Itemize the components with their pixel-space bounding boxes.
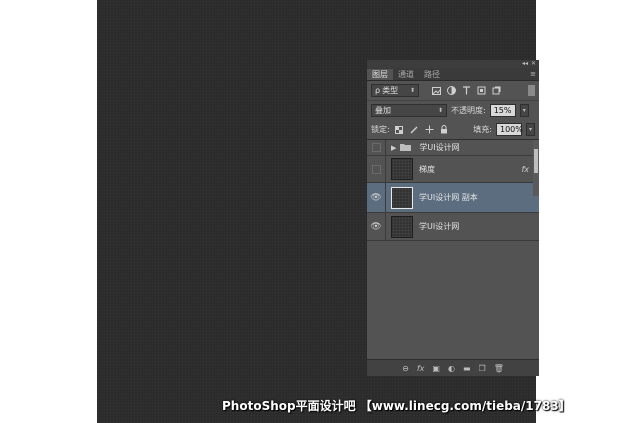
visibility-toggle[interactable]	[367, 156, 386, 182]
filter-kind-select[interactable]: ρ 类型 ⬍	[371, 84, 419, 97]
new-layer-icon[interactable]: ❐	[479, 364, 486, 373]
close-icon[interactable]: ✕	[531, 60, 536, 68]
new-group-icon[interactable]: ▬	[463, 364, 471, 373]
folder-icon	[400, 143, 412, 153]
fx-icon[interactable]: fx	[417, 364, 425, 373]
link-layers-icon[interactable]: ⊖	[402, 364, 409, 373]
opacity-dropdown-button[interactable]: ▾	[519, 104, 529, 117]
layer-name: 梯度	[419, 164, 435, 174]
image-filter-icon[interactable]	[431, 85, 442, 96]
lock-row: 锁定: 填充: 100% ▾	[367, 120, 539, 140]
filter-row: ρ 类型 ⬍	[367, 81, 539, 101]
fill-label: 填充:	[473, 125, 492, 134]
opacity-label: 不透明度:	[451, 106, 486, 115]
panel-top-bar: ◂◂ ✕	[367, 60, 539, 68]
adjustment-layer-icon[interactable]: ◐	[448, 364, 455, 373]
shape-filter-icon[interactable]	[476, 85, 487, 96]
layer-thumbnail	[391, 215, 413, 238]
tab-channels[interactable]: 通道	[393, 69, 419, 80]
opacity-input[interactable]: 15%	[489, 104, 516, 117]
layer-name: 学UI设计网	[419, 222, 460, 231]
search-icon: ρ	[375, 86, 381, 95]
layer-name: 学UI设计网	[419, 143, 460, 152]
panel-bottom-toolbar: ⊖ fx ▣ ◐ ▬ ❐ 🗑	[367, 359, 539, 376]
trash-icon[interactable]: 🗑	[494, 364, 504, 373]
layer-group-row[interactable]: ▶ 学UI设计网	[367, 140, 539, 156]
lock-all-icon[interactable]	[439, 124, 450, 135]
collapse-icon[interactable]: ◂◂	[522, 60, 528, 68]
tab-paths[interactable]: 路径	[419, 69, 445, 80]
fx-icon[interactable]: fx	[521, 165, 529, 174]
blend-mode-value: 叠加	[375, 106, 391, 115]
type-filter-icon[interactable]	[461, 85, 472, 96]
blend-mode-select[interactable]: 叠加 ⬍	[371, 104, 447, 117]
layers-panel: ◂◂ ✕ 图层 通道 路径 ≡ ρ 类型 ⬍ 叠加 ⬍ 不透明度: 15% ▾ …	[366, 60, 539, 376]
filter-kind-label: 类型	[382, 86, 399, 95]
layer-thumbnail	[391, 158, 413, 180]
filter-toggle[interactable]	[528, 85, 535, 96]
fill-input[interactable]: 100%	[496, 123, 523, 136]
layer-thumbnail	[391, 186, 413, 209]
watermark-text: PhotoShop平面设计吧 【www.linecg.com/tieba/178…	[222, 399, 571, 413]
chevron-updown-icon: ⬍	[437, 107, 443, 114]
tab-layers[interactable]: 图层	[367, 69, 393, 80]
layers-scrollbar[interactable]	[533, 140, 539, 196]
layers-list: ▶ 学UI设计网 梯度 fx 👁 学UI设计网 副本 👁 学UI设计网	[367, 140, 539, 241]
chevron-updown-icon: ⬍	[409, 87, 415, 94]
blend-row: 叠加 ⬍ 不透明度: 15% ▾	[367, 101, 539, 120]
eye-icon[interactable]: 👁	[367, 213, 386, 240]
panel-menu-icon[interactable]: ≡	[530, 70, 536, 78]
eye-icon[interactable]: 👁	[367, 183, 386, 212]
lock-move-icon[interactable]	[424, 124, 435, 135]
adjustment-filter-icon[interactable]	[446, 85, 457, 96]
smart-object-filter-icon[interactable]	[491, 85, 502, 96]
layer-name: 学UI设计网 副本	[419, 193, 478, 202]
visibility-toggle[interactable]	[367, 140, 386, 155]
expand-arrow-icon[interactable]: ▶	[391, 144, 396, 152]
add-mask-icon[interactable]: ▣	[432, 364, 440, 373]
panel-tabs: 图层 通道 路径 ≡	[367, 68, 539, 81]
layer-row[interactable]: 梯度 fx	[367, 156, 539, 183]
fill-dropdown-button[interactable]: ▾	[526, 123, 535, 136]
lock-brush-icon[interactable]	[409, 124, 420, 135]
layer-row[interactable]: 👁 学UI设计网	[367, 213, 539, 241]
lock-label: 锁定:	[371, 125, 390, 134]
lock-transparent-icon[interactable]	[394, 124, 405, 135]
layer-row-selected[interactable]: 👁 学UI设计网 副本	[367, 183, 539, 213]
